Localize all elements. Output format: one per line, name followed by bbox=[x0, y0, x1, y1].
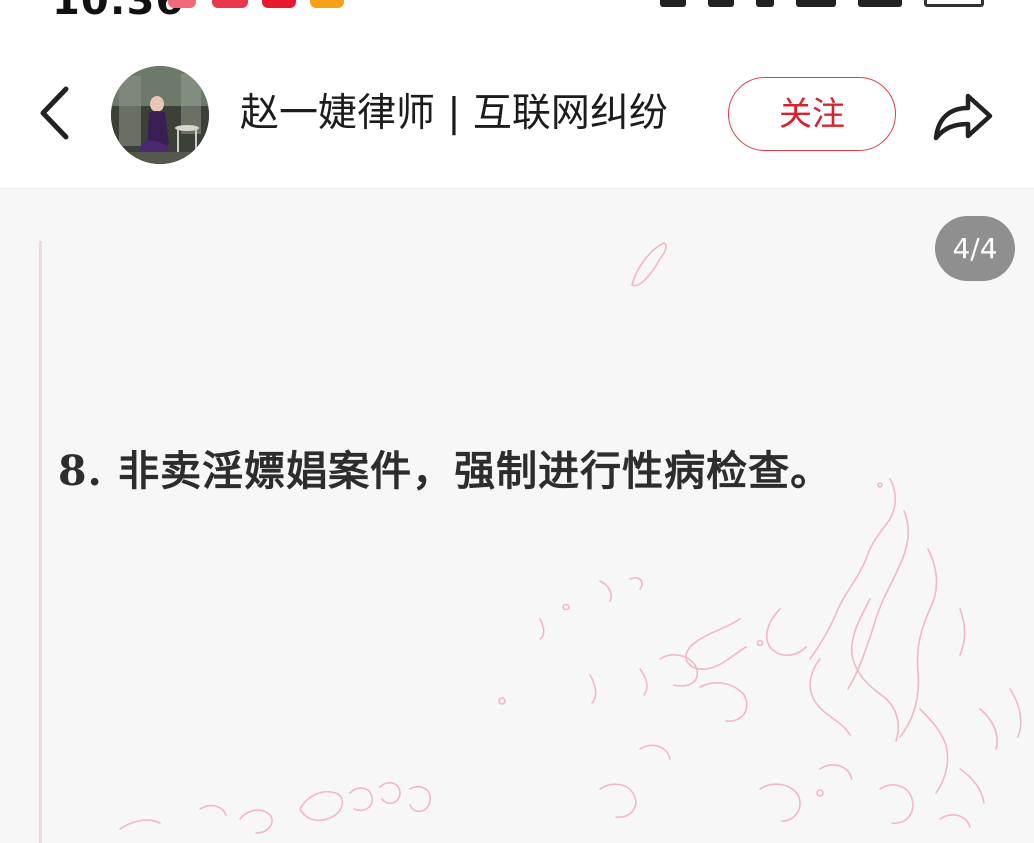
notification-badge-icon bbox=[168, 0, 196, 8]
avatar-image bbox=[111, 66, 209, 164]
avatar[interactable] bbox=[111, 66, 209, 164]
system-indicators bbox=[660, 0, 984, 8]
account-name[interactable]: 赵一婕律师 | 互联网纠纷 bbox=[240, 88, 668, 140]
status-bar: 10:36 bbox=[0, 0, 1034, 20]
signal-icon bbox=[858, 0, 902, 7]
mute-icon bbox=[708, 0, 734, 7]
notification-badge-icon bbox=[212, 0, 248, 8]
orange-app-icon bbox=[310, 0, 344, 8]
decorative-line-art bbox=[119, 242, 1022, 834]
share-button[interactable] bbox=[930, 88, 996, 144]
vibrate-icon bbox=[660, 0, 686, 7]
page-indicator: 4/4 bbox=[935, 216, 1015, 281]
back-button[interactable] bbox=[30, 85, 80, 141]
left-accent-rule bbox=[39, 241, 42, 843]
share-arrow-icon bbox=[933, 93, 993, 141]
slide-text: 8. 非卖淫嫖娼案件，强制进行性病检查。 bbox=[58, 447, 833, 495]
signal-icon bbox=[796, 0, 836, 7]
wifi-icon bbox=[756, 0, 774, 7]
red-app-icon bbox=[262, 0, 296, 8]
status-time: 10:36 bbox=[52, 0, 184, 20]
screen: 10:36 bbox=[0, 0, 1034, 843]
chevron-left-icon bbox=[40, 86, 69, 140]
image-slide[interactable]: 4/4 8. 非卖淫嫖娼案件，强制进行性病检查。 bbox=[0, 189, 1034, 843]
battery-icon bbox=[924, 0, 984, 7]
post-header: 赵一婕律师 | 互联网纠纷 关注 bbox=[0, 40, 1034, 189]
follow-button[interactable]: 关注 bbox=[728, 77, 896, 151]
